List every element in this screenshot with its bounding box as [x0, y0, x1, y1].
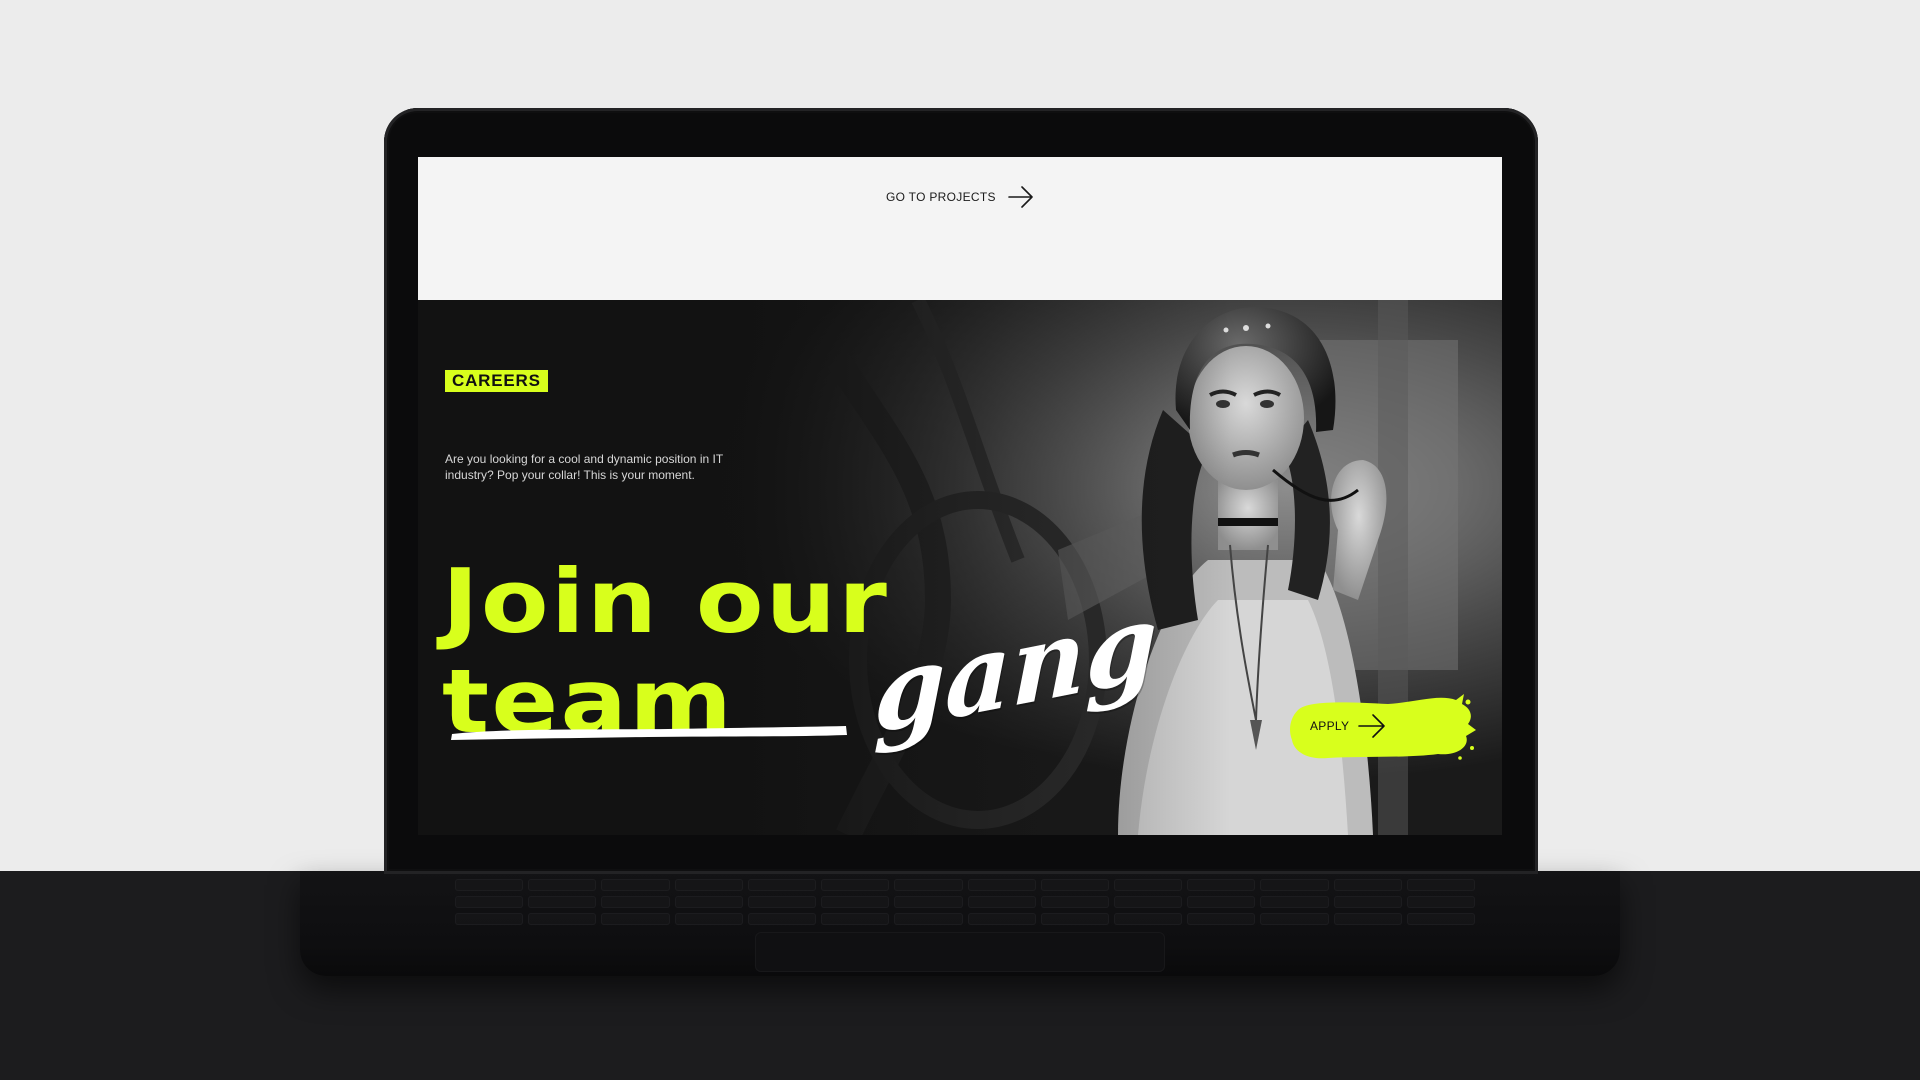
apply-label: APPLY — [1310, 719, 1350, 733]
keyboard-key — [1187, 896, 1256, 908]
laptop-trackpad — [755, 932, 1165, 972]
keyboard-key — [1260, 896, 1329, 908]
strikethrough-brush — [451, 726, 847, 740]
keyboard-key — [821, 879, 890, 891]
keyboard-key — [1187, 913, 1256, 925]
keyboard-key — [747, 896, 817, 908]
keyboard-key — [1333, 896, 1402, 908]
keyboard-key — [1260, 913, 1329, 925]
keyboard-key — [1406, 879, 1475, 891]
keyboard-key — [747, 879, 817, 891]
keyboard-key — [894, 896, 963, 908]
intro-text: Are you looking for a cool and dynamic p… — [445, 452, 723, 482]
keyboard-key — [601, 879, 670, 891]
keyboard-key — [967, 879, 1036, 891]
keyboard-key — [1113, 879, 1183, 891]
arrow-right-icon — [1358, 714, 1385, 738]
keyboard-key — [1113, 913, 1183, 925]
keyboard-key — [528, 913, 597, 925]
laptop-keyboard — [455, 879, 1475, 925]
keyboard-key — [747, 913, 817, 925]
careers-hero: CAREERS Are you looking for a cool and d… — [418, 300, 1502, 835]
top-section: GO TO PROJECTS — [418, 157, 1502, 300]
keyboard-key — [674, 896, 743, 908]
headline-line1: Join our — [442, 550, 890, 653]
keyboard-key — [1113, 896, 1183, 908]
keyboard-key — [1040, 913, 1109, 925]
keyboard-key — [1406, 913, 1475, 925]
keyboard-key — [1333, 913, 1402, 925]
keyboard-key — [1260, 879, 1329, 891]
keyboard-key — [455, 896, 524, 908]
keyboard-key — [601, 913, 670, 925]
keyboard-key — [967, 896, 1036, 908]
go-to-projects-link[interactable]: GO TO PROJECTS — [886, 185, 1034, 209]
keyboard-key — [601, 896, 670, 908]
keyboard-key — [455, 879, 524, 891]
arrow-right-icon — [1007, 186, 1033, 208]
keyboard-key — [528, 879, 597, 891]
keyboard-key — [894, 879, 963, 891]
keyboard-key — [674, 913, 743, 925]
laptop-screen: GO TO PROJECTS CAREERS Are you looking f… — [418, 157, 1502, 835]
apply-button[interactable]: APPLY — [1288, 690, 1478, 764]
go-to-projects-label: GO TO PROJECTS — [886, 190, 996, 204]
keyboard-key — [1333, 879, 1402, 891]
careers-badge: CAREERS — [445, 370, 548, 392]
keyboard-key — [967, 913, 1036, 925]
keyboard-key — [1406, 896, 1475, 908]
keyboard-key — [894, 913, 963, 925]
keyboard-key — [1187, 879, 1256, 891]
keyboard-key — [455, 913, 524, 925]
keyboard-key — [821, 913, 890, 925]
keyboard-key — [1040, 879, 1109, 891]
keyboard-key — [1040, 896, 1109, 908]
keyboard-key — [674, 879, 743, 891]
keyboard-key — [528, 896, 597, 908]
keyboard-key — [821, 896, 890, 908]
